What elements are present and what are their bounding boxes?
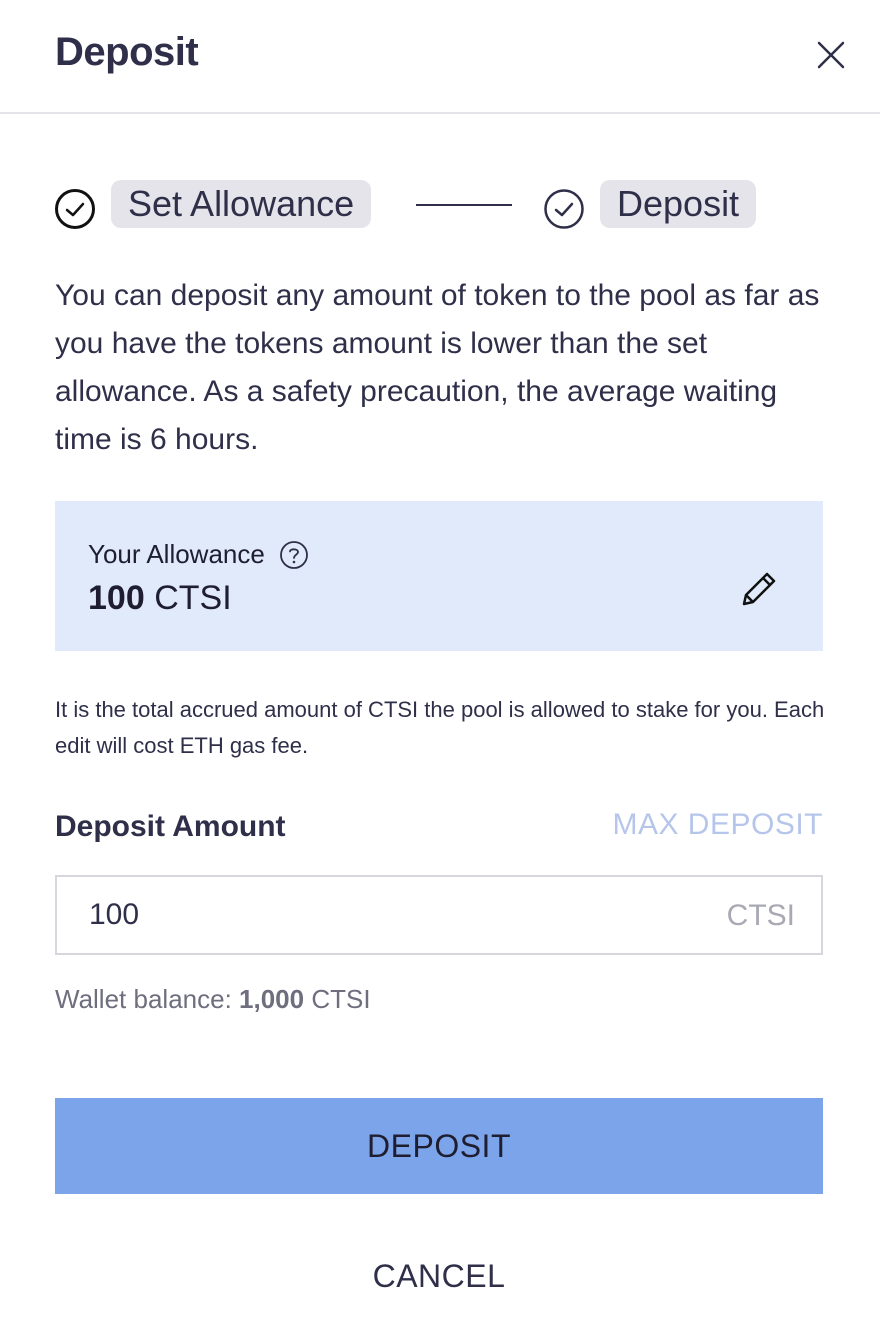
- deposit-amount-input[interactable]: [57, 877, 717, 953]
- modal-title: Deposit: [55, 30, 199, 74]
- allowance-value: 100 CTSI: [88, 579, 232, 618]
- modal-header: Deposit: [0, 0, 880, 114]
- check-circle-icon: [55, 189, 95, 229]
- wallet-balance-label: Wallet balance:: [55, 984, 232, 1014]
- allowance-card: Your Allowance 100 CTSI: [55, 501, 823, 651]
- question-circle-icon[interactable]: [279, 540, 309, 570]
- wallet-balance-unit: CTSI: [311, 984, 371, 1014]
- close-button[interactable]: [806, 30, 856, 80]
- wallet-balance: Wallet balance: 1,000 CTSI: [55, 984, 371, 1015]
- step-deposit: Deposit: [600, 180, 757, 228]
- allowance-label: Your Allowance: [88, 539, 265, 569]
- allowance-amount: 100: [88, 579, 145, 617]
- close-icon: [817, 41, 845, 69]
- deposit-button[interactable]: DEPOSIT: [55, 1098, 823, 1194]
- step-set-allowance: Set Allowance: [111, 180, 372, 228]
- deposit-description: You can deposit any amount of token to t…: [55, 279, 820, 456]
- allowance-note: It is the total accrued amount of CTSI t…: [55, 697, 825, 758]
- check-circle-icon: [544, 189, 584, 229]
- deposit-amount-label: Deposit Amount: [55, 810, 286, 843]
- cancel-button[interactable]: CANCEL: [55, 1248, 823, 1304]
- wallet-balance-value: 1,000: [239, 984, 305, 1014]
- step-connector: [416, 204, 512, 206]
- deposit-amount-unit: CTSI: [726, 899, 795, 932]
- max-deposit-button[interactable]: MAX DEPOSIT: [612, 808, 823, 842]
- deposit-amount-field: CTSI: [55, 875, 823, 955]
- allowance-label-row: Your Allowance: [88, 539, 309, 570]
- allowance-unit: CTSI: [154, 579, 232, 617]
- stepper: Set Allowance Deposit: [55, 180, 825, 229]
- pencil-icon[interactable]: [735, 565, 783, 613]
